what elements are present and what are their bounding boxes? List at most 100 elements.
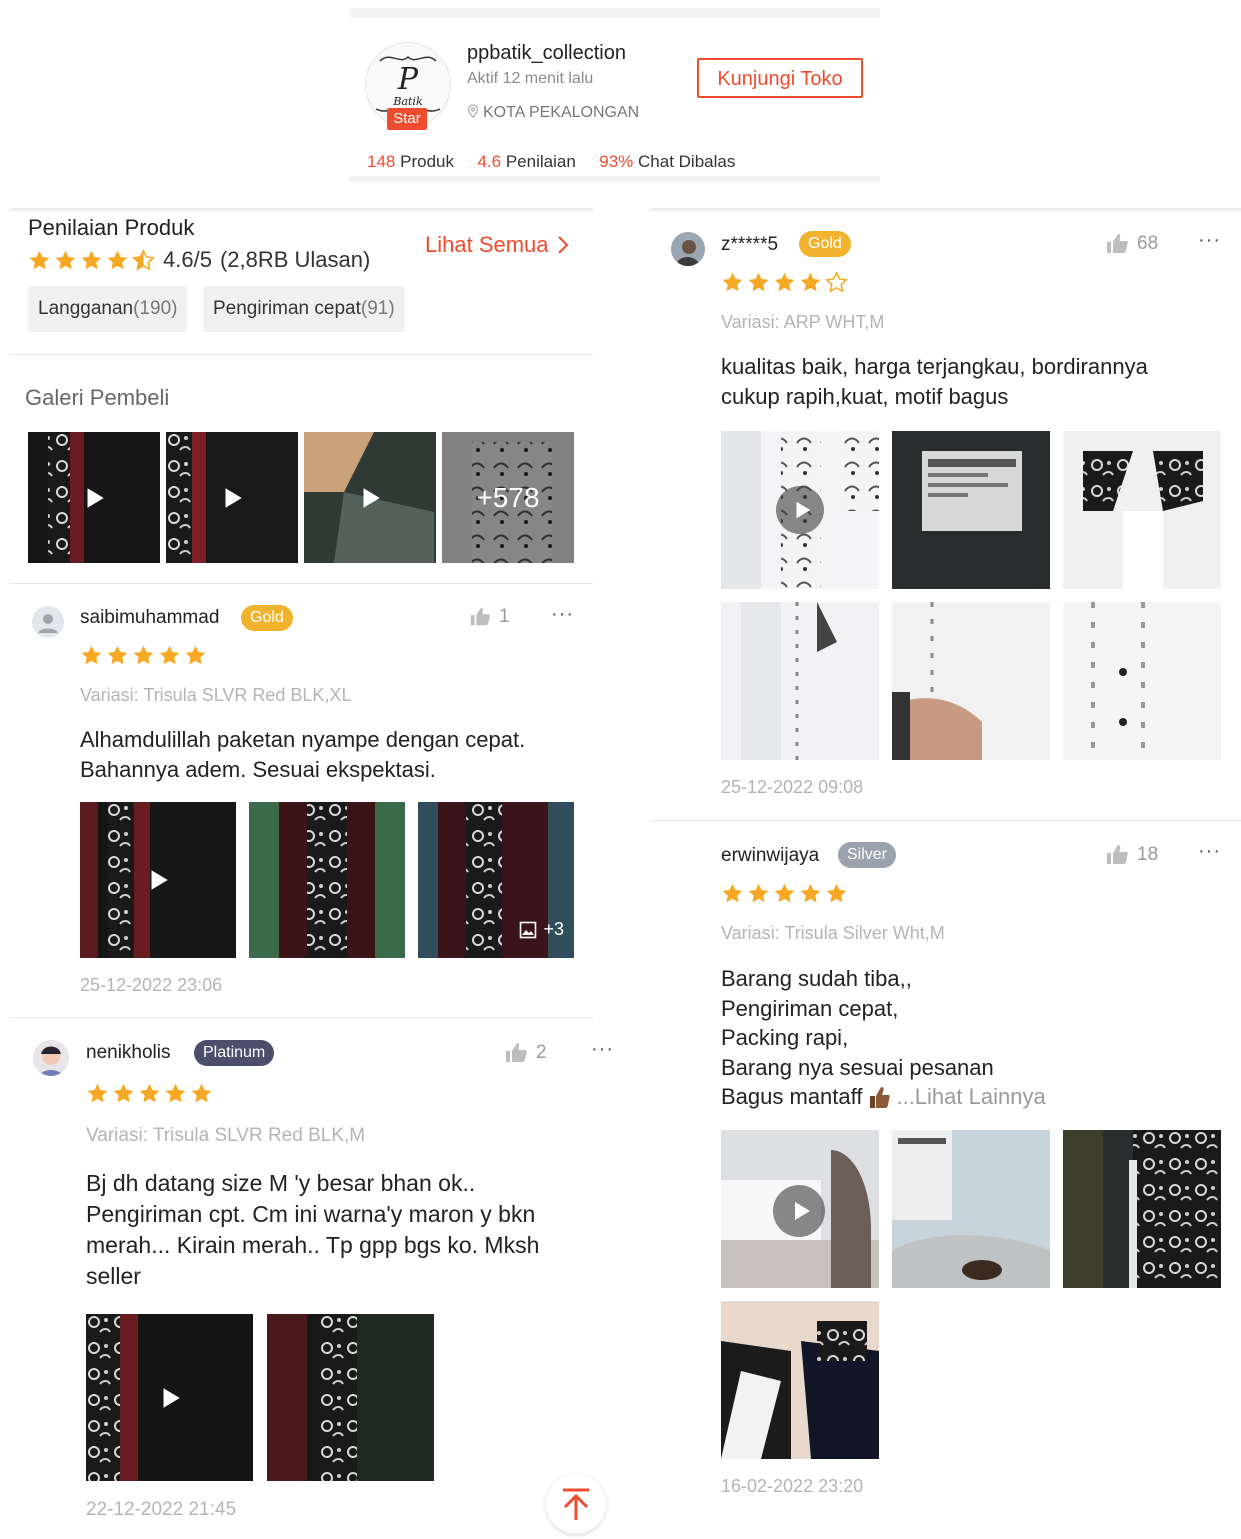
star-full-icon xyxy=(158,644,181,667)
more-options-icon[interactable]: ··· xyxy=(551,603,574,626)
review-video-thumb[interactable] xyxy=(721,431,879,589)
play-icon xyxy=(145,867,171,893)
visit-shop-button[interactable]: Kunjungi Toko xyxy=(697,58,863,98)
see-all-label: Lihat Semua xyxy=(425,232,549,257)
star-full-icon xyxy=(138,1082,161,1105)
comment-line: kualitas baik, harga terjangkau, bordira… xyxy=(721,354,1148,379)
more-options-icon[interactable]: ··· xyxy=(1198,840,1221,863)
more-options-icon[interactable]: ··· xyxy=(1198,229,1221,252)
shop-location-text: KOTA PEKALONGAN xyxy=(483,104,640,121)
like-count: 1 xyxy=(499,606,510,627)
like-count: 18 xyxy=(1137,844,1159,865)
like-button[interactable]: 2 xyxy=(504,1041,547,1065)
star-full-icon xyxy=(54,249,77,272)
comment-line: Bj dh datang size M 'y besar bhan ok.. xyxy=(86,1170,476,1196)
like-button[interactable]: 18 xyxy=(1105,843,1158,867)
filter-chip-langganan[interactable]: Langganan(190) xyxy=(28,286,188,332)
filter-chip-count: (91) xyxy=(360,298,395,319)
like-button[interactable]: 68 xyxy=(1105,232,1158,256)
comment-last-line: Bagus mantaff ...Lihat Lainnya xyxy=(721,1082,1046,1112)
review-variant: Variasi: Trisula Silver Wht,M xyxy=(721,923,945,943)
play-icon xyxy=(81,485,107,511)
scroll-to-top-button[interactable] xyxy=(546,1474,606,1534)
svg-text:P: P xyxy=(397,62,419,97)
review-date: 25-12-2022 23:06 xyxy=(80,975,223,995)
star-full-icon xyxy=(799,882,822,905)
avatar[interactable] xyxy=(32,606,64,638)
divider xyxy=(650,208,1241,211)
review-stars xyxy=(721,882,848,905)
star-full-icon xyxy=(132,644,155,667)
divider xyxy=(650,820,1241,821)
thumb-up-icon xyxy=(504,1041,528,1065)
review-username[interactable]: erwinwijaya xyxy=(721,845,819,867)
play-icon xyxy=(157,1385,183,1411)
review-photo-thumb[interactable] xyxy=(721,602,879,760)
review-photo-thumb[interactable] xyxy=(892,1130,1050,1288)
review-photo-thumb[interactable] xyxy=(1063,431,1221,589)
review-photo-thumb[interactable] xyxy=(1063,602,1221,760)
review-stars xyxy=(721,271,848,294)
review-username[interactable]: nenikholis xyxy=(86,1042,171,1064)
review-photo-thumb[interactable] xyxy=(267,1314,434,1481)
review-photo-thumb[interactable] xyxy=(892,602,1050,760)
stat-chat-num: 93% xyxy=(599,152,634,171)
rating-stars xyxy=(28,249,155,272)
review-photo-thumb[interactable] xyxy=(892,431,1050,589)
svg-text:Batik: Batik xyxy=(392,95,423,108)
rating-count: (2,8RB Ulasan) xyxy=(219,247,371,272)
gallery-video-thumb[interactable] xyxy=(304,432,436,563)
review-photo-thumb[interactable] xyxy=(1063,1130,1221,1288)
review-video-thumb[interactable] xyxy=(86,1314,253,1481)
review-variant: Variasi: Trisula SLVR Red BLK,M xyxy=(86,1125,366,1146)
review-date: 25-12-2022 09:08 xyxy=(721,777,864,797)
review-photo-thumb[interactable] xyxy=(249,802,405,958)
star-empty-icon xyxy=(825,271,848,294)
gallery-video-thumb[interactable] xyxy=(28,432,160,563)
star-full-icon xyxy=(773,271,796,294)
review-username[interactable]: saibimuhammad xyxy=(80,607,219,629)
review-variant: Variasi: Trisula SLVR Red BLK,XL xyxy=(80,685,352,705)
avatar[interactable] xyxy=(33,1040,69,1076)
star-full-icon xyxy=(747,882,770,905)
filter-chip-pengiriman-cepat[interactable]: Pengiriman cepat(91) xyxy=(203,286,405,332)
review-video-thumb[interactable] xyxy=(721,1130,879,1288)
comment-line: Packing rapi, xyxy=(721,1025,849,1050)
chevron-right-icon xyxy=(557,236,568,254)
ratings-summary: 4.6/5 (2,8RB Ulasan) xyxy=(28,247,370,273)
rating-score: 4.6/5 xyxy=(163,247,212,272)
gallery-video-thumb[interactable] xyxy=(166,432,298,563)
gallery-more-thumb[interactable]: +578 xyxy=(442,432,574,563)
more-photos-count: +3 xyxy=(543,919,564,939)
play-icon xyxy=(219,485,245,511)
more-options-icon[interactable]: ··· xyxy=(591,1038,614,1061)
review-username[interactable]: z*****5 xyxy=(721,234,778,256)
review-date: 22-12-2022 21:45 xyxy=(86,1499,237,1520)
review-date: 16-02-2022 23:20 xyxy=(721,1476,864,1496)
thumb-up-icon xyxy=(1105,232,1129,256)
comment-line: merah... Kirain merah.. Tp gpp bgs ko. M… xyxy=(86,1232,540,1258)
review-comment: Barang sudah tiba,, Pengiriman cepat, Pa… xyxy=(721,964,1046,1112)
member-badge: Gold xyxy=(241,605,293,631)
ratings-title: Penilaian Produk xyxy=(28,215,195,240)
member-badge: Gold xyxy=(799,231,851,257)
shop-active-status: Aktif 12 menit lalu xyxy=(467,70,594,87)
see-more-link[interactable]: ...Lihat Lainnya xyxy=(896,1082,1045,1112)
divider xyxy=(10,583,593,584)
review-photo-thumb[interactable]: +3 xyxy=(418,802,574,958)
stat-products-label: Produk xyxy=(400,152,454,171)
review-photo-thumb[interactable] xyxy=(721,1301,879,1459)
review-video-thumb[interactable] xyxy=(80,802,236,958)
user-icon xyxy=(38,614,58,633)
shop-name[interactable]: ppbatik_collection xyxy=(467,42,626,65)
star-full-icon xyxy=(28,249,51,272)
comment-line: Alhamdulillah paketan nyampe dengan cepa… xyxy=(80,727,526,752)
avatar[interactable] xyxy=(671,232,705,266)
like-button[interactable]: 1 xyxy=(469,606,510,628)
see-all-link[interactable]: Lihat Semua xyxy=(425,232,569,258)
star-full-icon xyxy=(799,271,822,294)
star-seller-badge: Star xyxy=(387,108,427,130)
stat-products-num: 148 xyxy=(367,152,396,171)
star-full-icon xyxy=(184,644,207,667)
star-full-icon xyxy=(106,644,129,667)
